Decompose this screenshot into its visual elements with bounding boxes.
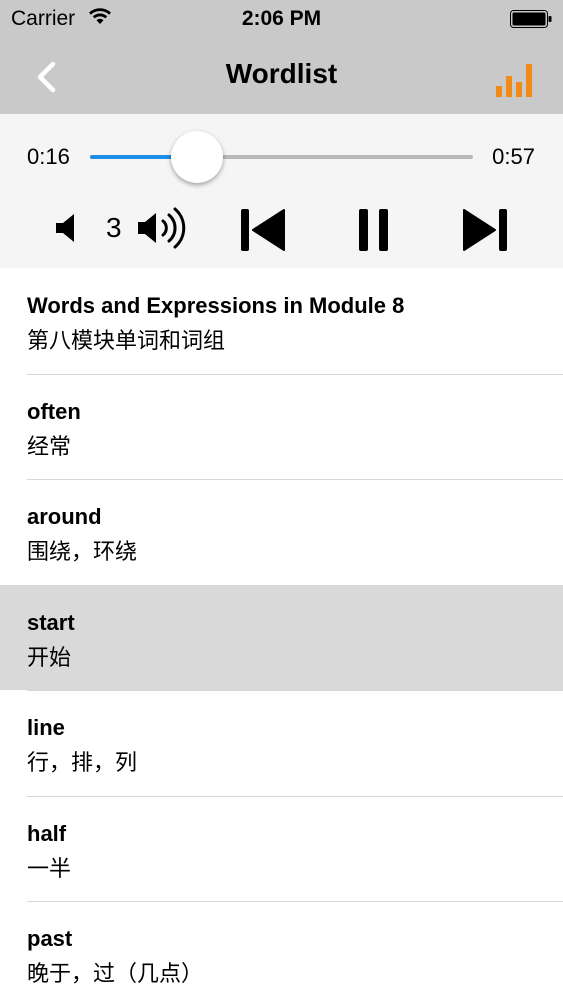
pause-icon[interactable] (358, 208, 390, 252)
next-track-icon[interactable] (462, 208, 508, 252)
audio-player: 0:16 0:57 3 (0, 114, 563, 268)
previous-track-icon[interactable] (240, 208, 286, 252)
word-chinese: 围绕，环绕 (27, 540, 138, 565)
volume-down-icon[interactable] (54, 212, 82, 244)
list-item-3[interactable]: start 开始 (0, 584, 563, 691)
word-chinese: 开始 (27, 645, 72, 671)
word-chinese: 晚于，过（几点） (27, 962, 204, 987)
word-english: half (27, 820, 67, 846)
stats-bars-icon[interactable] (495, 60, 537, 98)
list-item-4[interactable]: line 行，排，列 (0, 690, 563, 797)
status-bar: Carrier 2:06 PM (0, 0, 563, 40)
list-item-2[interactable]: around 围绕，环绕 (0, 479, 563, 586)
progress-thumb[interactable] (171, 131, 224, 183)
list-item-6[interactable]: past 晚于，过（几点） (0, 901, 563, 1007)
word-english: around (27, 504, 102, 529)
total-time: 0:57 (492, 144, 535, 169)
page-title: Wordlist (225, 58, 338, 89)
word-chinese: 行，排，列 (27, 751, 138, 776)
volume-up-icon[interactable] (136, 206, 192, 250)
battery-icon (510, 10, 552, 28)
list-item-5[interactable]: half 一半 (0, 796, 563, 902)
current-time: 0:16 (27, 144, 70, 169)
word-english: line (27, 715, 65, 740)
word-chinese: 第八模块单词和词组 (27, 329, 226, 354)
word-chinese: 一半 (27, 856, 72, 882)
word-english: past (27, 926, 73, 951)
word-english: Words and Expressions in Module 8 (27, 293, 405, 318)
word-english: often (27, 398, 81, 424)
list-item-0[interactable]: Words and Expressions in Module 8 第八模块单词… (0, 268, 563, 375)
word-english: start (27, 609, 75, 635)
list-item-1[interactable]: often 经常 (0, 374, 563, 480)
nav-bar: Wordlist (0, 40, 563, 114)
volume-level: 3 (106, 212, 122, 243)
word-list: Words and Expressions in Module 8 第八模块单词… (0, 268, 563, 1007)
clock: 2:06 PM (241, 7, 322, 30)
word-chinese: 经常 (27, 434, 72, 460)
